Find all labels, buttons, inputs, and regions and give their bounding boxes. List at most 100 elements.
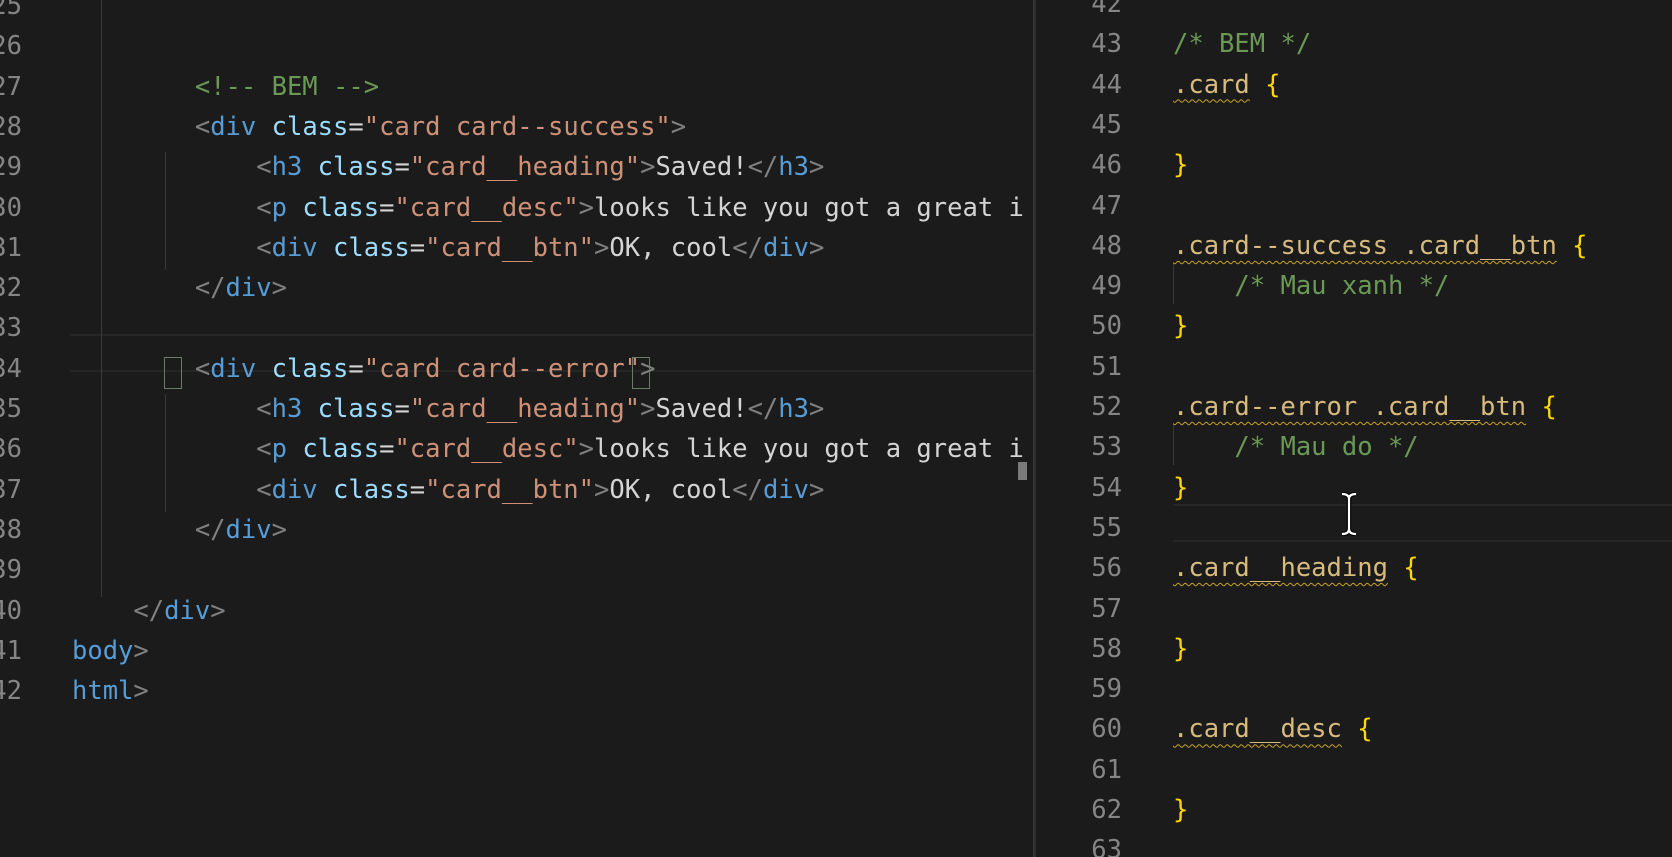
- code-token: }: [1173, 633, 1189, 664]
- code-token: class: [333, 232, 410, 263]
- code-token: p: [271, 192, 287, 223]
- code-token: div: [164, 595, 211, 626]
- line-number: 27: [0, 71, 22, 102]
- code-token: div: [271, 474, 318, 505]
- code-token: </: [194, 514, 226, 545]
- line-number: 30: [0, 192, 22, 223]
- code-token: "card__heading": [409, 394, 641, 424]
- code-token: <: [256, 232, 272, 263]
- code-token: class: [333, 474, 410, 505]
- code-content: <div class="card card--error">: [72, 349, 656, 389]
- code-token: class: [271, 111, 349, 142]
- code-token: div: [762, 232, 809, 263]
- code-token: {: [1265, 69, 1281, 100]
- code-token: </: [747, 152, 779, 183]
- line-number: 42: [1091, 0, 1122, 19]
- scrollbar-handle[interactable]: [1018, 462, 1027, 480]
- code-token: >: [594, 232, 610, 263]
- code-token: {: [1572, 230, 1588, 261]
- code-token: looks like you got a great i: [594, 192, 1024, 223]
- code-token: }: [1173, 150, 1189, 181]
- code-token: .card: [1173, 69, 1250, 100]
- code-content: /* BEM */: [1173, 24, 1311, 64]
- code-token: <: [256, 434, 272, 465]
- line-number: 43: [1091, 29, 1122, 60]
- code-token: =: [394, 394, 410, 424]
- code-token: "card__desc": [394, 192, 579, 223]
- code-content: html>: [72, 671, 149, 711]
- line-number: 35: [0, 394, 22, 424]
- code-token: class: [317, 152, 395, 183]
- html-editor-pane[interactable]: 252627 <!-- BEM -->28 <div class="card c…: [0, 0, 1033, 857]
- code-token: class: [317, 394, 395, 424]
- code-token: h3: [778, 152, 810, 183]
- code-token: {: [1403, 553, 1419, 584]
- code-content: .card {: [1173, 65, 1280, 105]
- code-editor: 252627 <!-- BEM -->28 <div class="card c…: [0, 0, 1672, 857]
- code-content: <div class="card card--success">: [72, 107, 686, 147]
- css-editor-pane[interactable]: 42 43/* BEM */44 .card {45 46} 47 48 .card--su…: [1036, 0, 1672, 857]
- code-token: div: [271, 232, 318, 263]
- code-content: <div class="card__btn">OK, cool</div>: [72, 470, 824, 510]
- code-token: body: [72, 635, 134, 666]
- code-token: class: [271, 353, 349, 384]
- code-token: =: [409, 474, 426, 505]
- code-token: >: [809, 394, 825, 424]
- i-beam-cursor-icon: [1341, 492, 1357, 536]
- code-token: >: [271, 273, 287, 304]
- code-token: div: [762, 474, 809, 505]
- code-token: =: [409, 232, 426, 263]
- code-content: .card__heading {: [1173, 548, 1419, 588]
- code-token: >: [640, 353, 656, 384]
- code-token: </: [133, 595, 165, 626]
- code-content: <h3 class="card__heading">Saved!</h3>: [72, 147, 824, 187]
- code-token: }: [1173, 795, 1189, 825]
- code-token: OK, cool: [609, 474, 733, 505]
- code-token: </: [732, 232, 763, 263]
- code-token: </: [732, 474, 763, 505]
- code-token: div: [210, 353, 257, 384]
- code-token: >: [809, 152, 825, 183]
- code-token: /* Mau do */: [1234, 432, 1419, 463]
- line-number: 52: [1091, 392, 1122, 422]
- line-number: 53: [1091, 432, 1122, 463]
- code-token: "card__btn": [425, 232, 595, 263]
- code-token: >: [133, 676, 149, 707]
- code-token: >: [670, 111, 687, 142]
- line-number: 41: [0, 635, 22, 666]
- code-token: }: [1173, 311, 1189, 342]
- code-token: >: [809, 232, 825, 263]
- line-number: 45: [1091, 109, 1122, 140]
- code-token: >: [594, 474, 610, 505]
- line-number: 47: [1091, 190, 1122, 221]
- code-token: html: [72, 676, 134, 707]
- code-token: >: [809, 474, 825, 505]
- code-token: }: [1173, 472, 1189, 503]
- code-token: Saved!: [655, 152, 748, 183]
- line-number: 51: [1091, 351, 1122, 382]
- code-content: <!-- BEM -->: [72, 67, 379, 107]
- code-token: "card card--success": [363, 111, 671, 142]
- code-token: <: [256, 152, 272, 183]
- code-token: >: [640, 394, 656, 424]
- line-number: 37: [0, 474, 22, 505]
- code-content: }: [1173, 306, 1188, 346]
- code-token: <!-- BEM -->: [194, 71, 380, 102]
- code-token: .card--error .card__btn: [1173, 392, 1527, 422]
- code-content: </div>: [72, 268, 287, 308]
